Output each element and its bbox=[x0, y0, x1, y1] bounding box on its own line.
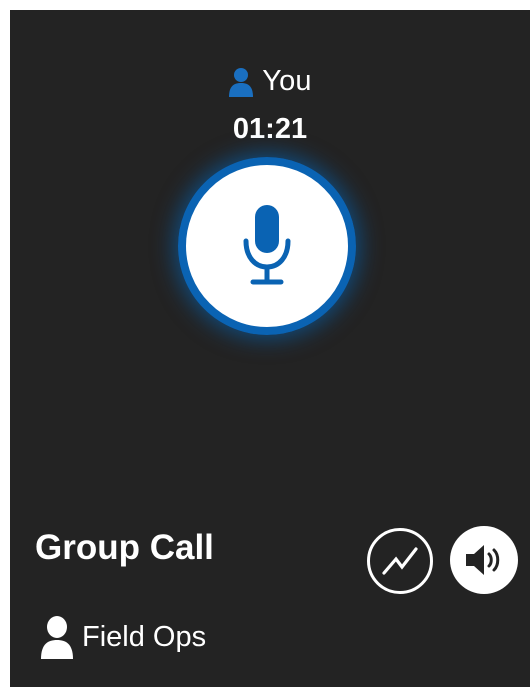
speaker-volume-icon bbox=[466, 545, 500, 575]
channel-info: Field Ops bbox=[40, 615, 206, 659]
speaker-avatar-icon bbox=[229, 67, 254, 97]
call-timer: 01:21 bbox=[232, 113, 308, 145]
group-call-title: Group Call bbox=[35, 528, 214, 567]
microphone-icon bbox=[243, 205, 291, 285]
push-to-talk-button[interactable] bbox=[178, 157, 356, 335]
push-to-talk-glow bbox=[178, 157, 356, 335]
signal-quality-icon bbox=[382, 547, 418, 575]
signal-quality-button[interactable] bbox=[367, 528, 433, 594]
speaker-toggle-button[interactable] bbox=[450, 526, 518, 594]
call-screen: You 01:21 Group Call Field Ops bbox=[10, 10, 530, 687]
channel-person-icon bbox=[41, 616, 73, 659]
channel-name: Field Ops bbox=[82, 620, 207, 653]
active-speaker: You bbox=[10, 65, 530, 98]
speaker-name: You bbox=[262, 65, 312, 97]
